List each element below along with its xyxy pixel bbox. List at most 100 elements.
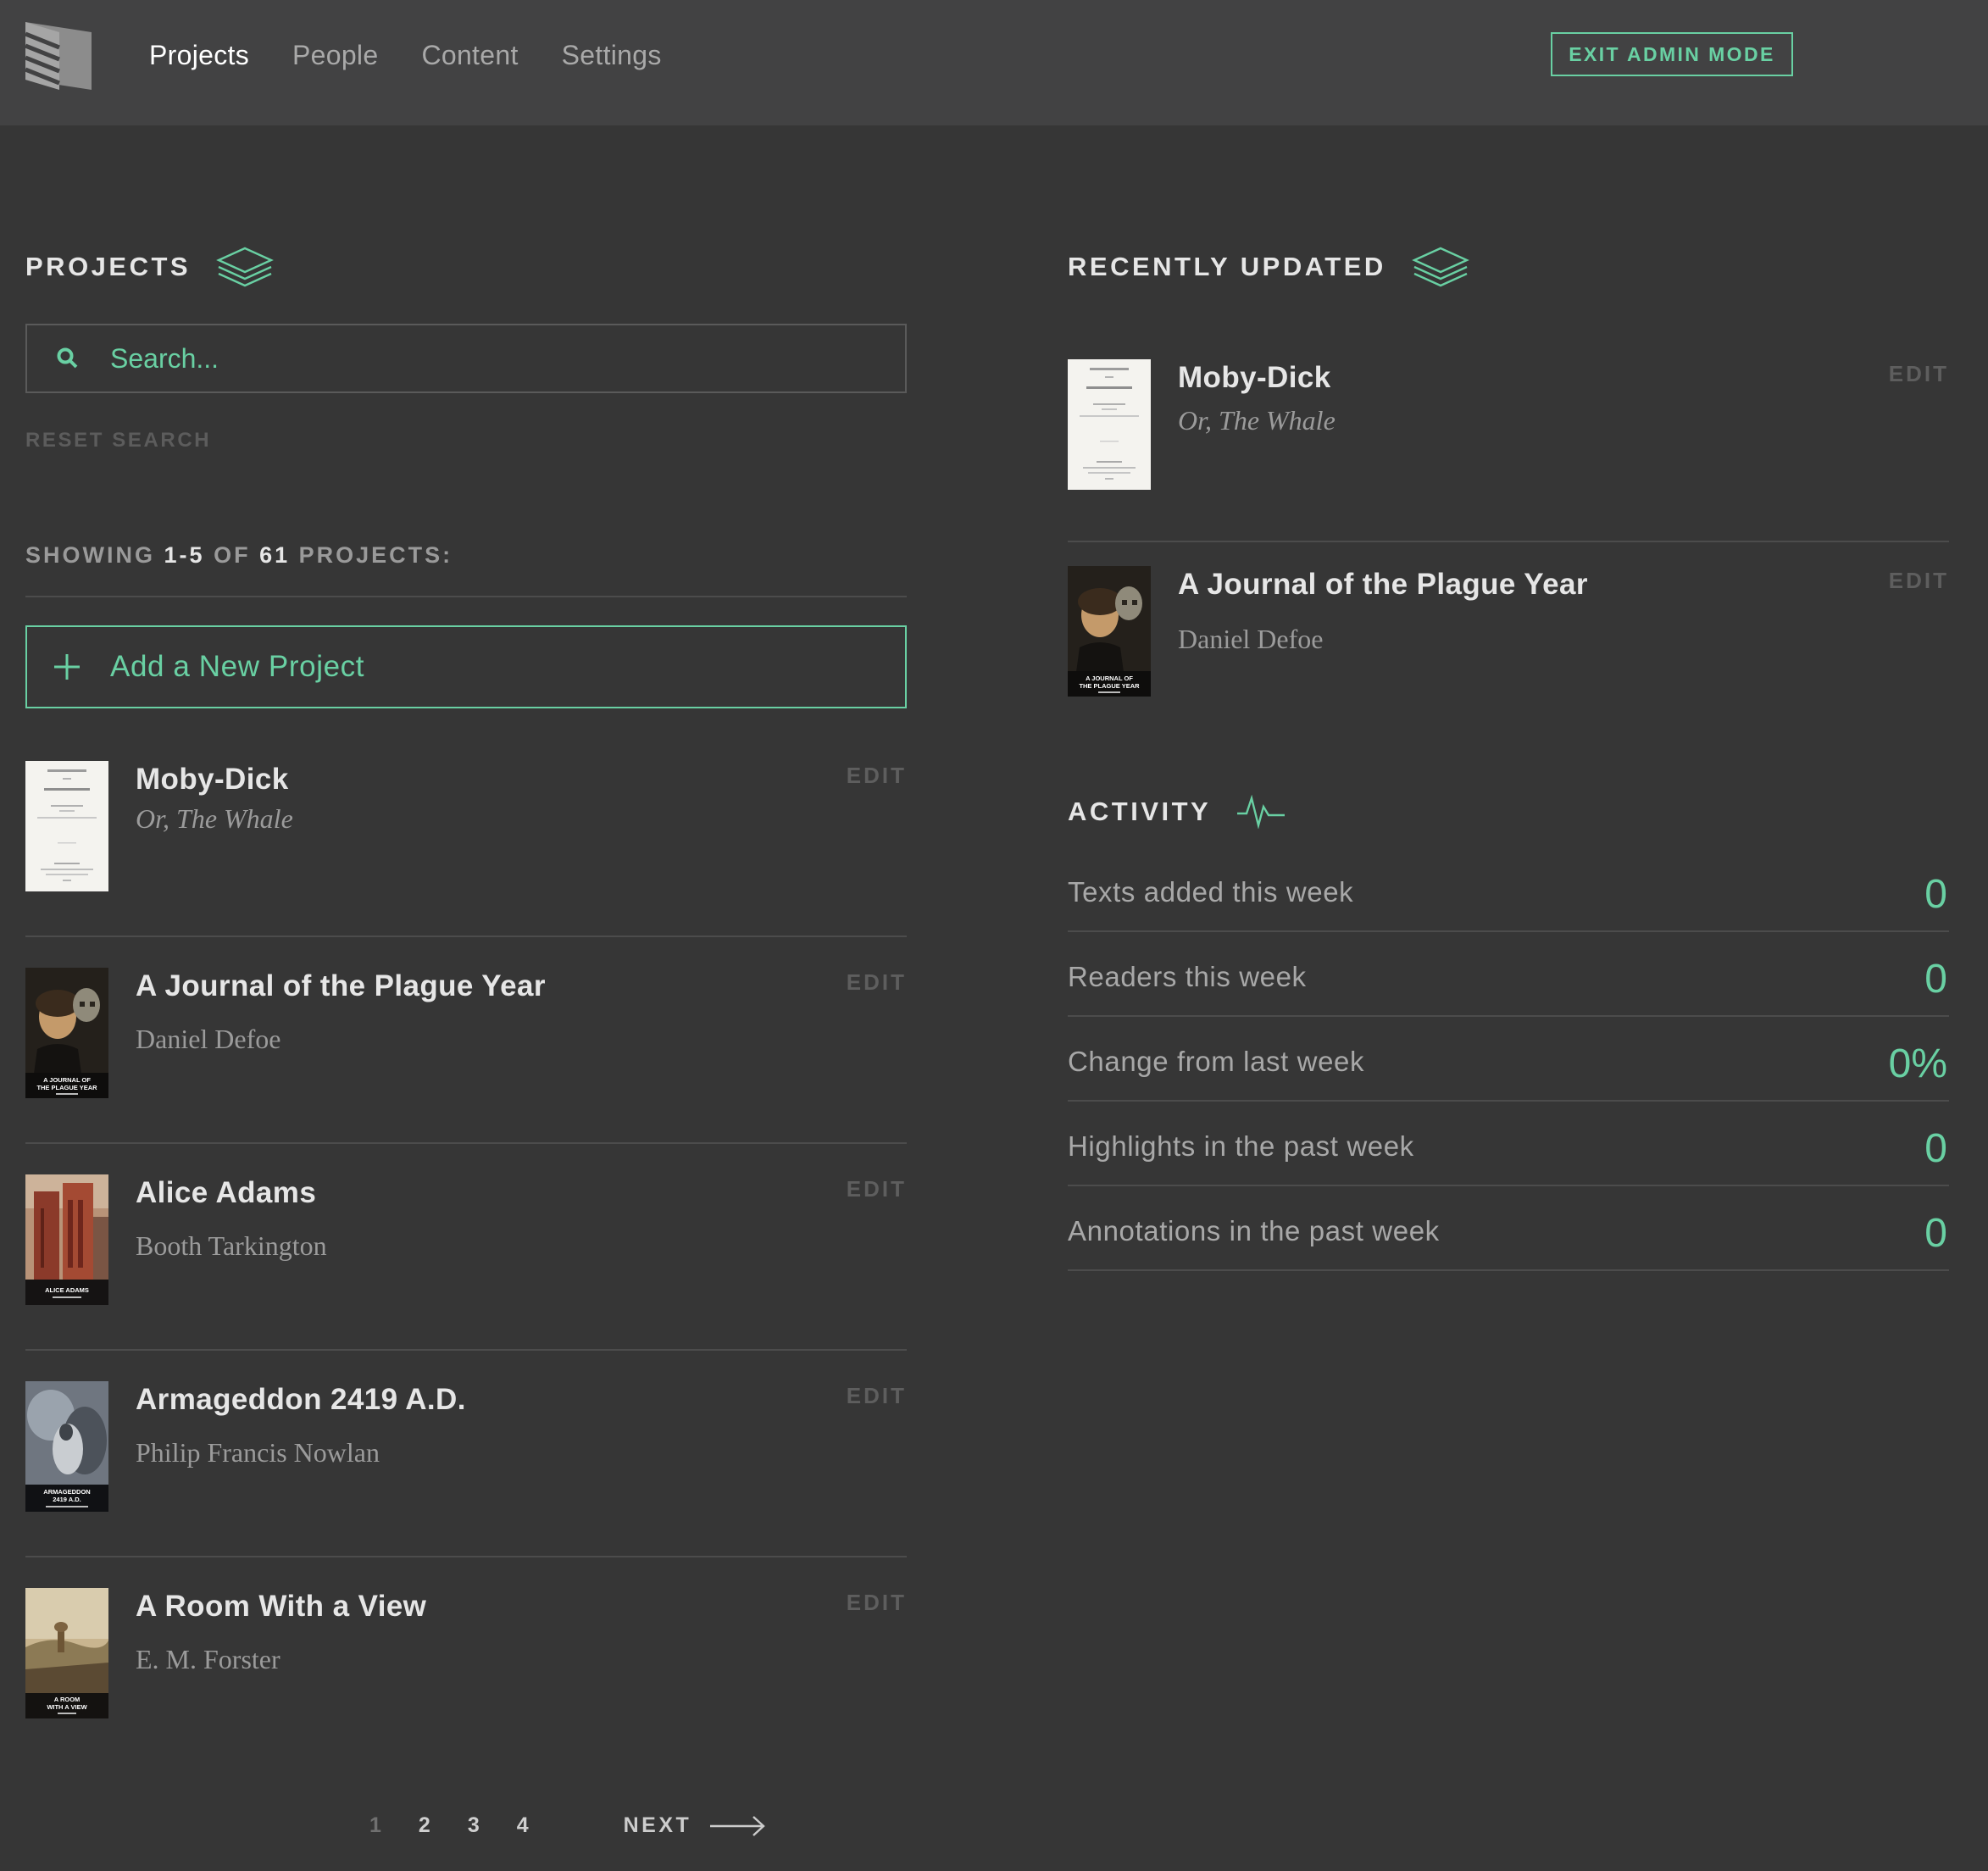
project-row[interactable]: ARMAGEDDON 2419 A.D. Armageddon 2419 A.D… [25,1351,907,1557]
reset-search-link[interactable]: RESET SEARCH [25,429,211,452]
nav-settings[interactable]: Settings [562,40,662,71]
layers-icon [216,247,275,287]
pagination: 1 2 3 4 NEXT [369,1813,766,1838]
plague-year-cover[interactable]: A JOURNAL OF THE PLAGUE YEAR [1068,566,1151,697]
edit-link[interactable]: EDIT [847,969,907,996]
showing-of: OF [214,542,251,568]
page-link-3[interactable]: 3 [468,1813,481,1838]
stat-value: 0 [1924,1126,1947,1171]
room-with-a-view-cover[interactable]: A ROOM WITH A VIEW [25,1588,108,1718]
activity-stats: Texts added this week 0 Readers this wee… [1068,847,1949,1271]
project-title[interactable]: Alice Adams [136,1176,316,1210]
showing-range: 1-5 [164,542,205,568]
armageddon-cover[interactable]: ARMAGEDDON 2419 A.D. [25,1381,108,1512]
stat-value: 0 [1924,872,1947,917]
project-row[interactable]: A JOURNAL OF THE PLAGUE YEAR A Journal o… [25,937,907,1144]
nav-projects[interactable]: Projects [149,40,249,71]
search-input[interactable] [110,342,856,375]
stat-value: 0% [1888,1041,1947,1086]
project-author: Booth Tarkington [136,1230,327,1261]
stat-label: Readers this week [1068,961,1307,992]
recent-list: Moby-Dick Or, The Whale EDIT A JOURNAL O… [1068,336,1949,749]
page-link-4[interactable]: 4 [517,1813,530,1838]
main-nav: Projects People Content Settings [149,0,705,110]
recent-author: Daniel Defoe [1178,624,1324,654]
edit-link[interactable]: EDIT [1889,568,1949,594]
project-title[interactable]: Moby-Dick [136,763,289,797]
recently-updated-title: RECENTLY UPDATED [1068,252,1386,281]
arrow-right-icon [710,1815,766,1836]
stat-row: Highlights in the past week 0 [1068,1102,1949,1186]
stat-row: Texts added this week 0 [1068,847,1949,932]
project-row[interactable]: Moby-Dick Or, The Whale EDIT [25,730,907,937]
stat-label: Texts added this week [1068,876,1354,908]
project-list: Moby-Dick Or, The Whale EDIT A JOURNAL O… [25,730,907,1764]
project-subtitle: Or, The Whale [136,803,293,834]
cover-text-line: THE PLAGUE YEAR [36,1084,97,1091]
recent-row[interactable]: A JOURNAL OF THE PLAGUE YEAR A Journal o… [1068,542,1949,749]
nav-content[interactable]: Content [421,40,518,71]
showing-count: SHOWING 1-5 OF 61 PROJECTS: [25,542,453,569]
showing-total: 61 [259,542,291,568]
cover-text-line: A JOURNAL OF [1086,675,1133,682]
top-bar: Projects People Content Settings EXIT AD… [0,0,1988,125]
project-author: Philip Francis Nowlan [136,1437,380,1468]
edit-link[interactable]: EDIT [847,1590,907,1616]
exit-admin-mode-button[interactable]: EXIT ADMIN MODE [1551,32,1793,76]
edit-link[interactable]: EDIT [847,763,907,789]
stat-value: 0 [1924,957,1947,1002]
stat-label: Change from last week [1068,1046,1365,1077]
stat-label: Annotations in the past week [1068,1215,1440,1246]
project-title[interactable]: A Room With a View [136,1590,426,1624]
edit-link[interactable]: EDIT [847,1383,907,1409]
project-search-box [25,324,907,393]
projects-heading: PROJECTS [25,246,275,288]
plus-icon [54,654,80,680]
edit-link[interactable]: EDIT [1889,361,1949,387]
cover-text-line: ARMAGEDDON [43,1488,90,1496]
page-link-1[interactable]: 1 [369,1813,383,1838]
moby-dick-cover[interactable] [25,761,108,891]
recent-row[interactable]: Moby-Dick Or, The Whale EDIT [1068,336,1949,542]
pulse-icon [1237,795,1286,829]
stat-row: Annotations in the past week 0 [1068,1186,1949,1271]
divider [25,596,907,597]
project-author: E. M. Forster [136,1644,280,1674]
recently-updated-heading: RECENTLY UPDATED [1068,246,1469,288]
showing-suffix: PROJECTS: [298,542,453,568]
search-icon [57,347,78,369]
cover-text-line: A JOURNAL OF [43,1076,91,1084]
showing-prefix: SHOWING [25,542,155,568]
project-title[interactable]: A Journal of the Plague Year [136,969,546,1003]
manifold-logo-icon[interactable] [25,22,92,90]
stat-row: Readers this week 0 [1068,932,1949,1017]
add-project-label: Add a New Project [110,650,365,683]
cover-text-line: A ROOM [54,1696,81,1703]
cover-text-line: THE PLAGUE YEAR [1079,682,1140,690]
cover-text-line: 2419 A.D. [53,1496,81,1503]
project-title[interactable]: Armageddon 2419 A.D. [136,1383,466,1417]
plague-year-cover[interactable]: A JOURNAL OF THE PLAGUE YEAR [25,968,108,1098]
cover-text-line: ALICE ADAMS [45,1286,89,1294]
add-project-button[interactable]: Add a New Project [25,625,907,708]
edit-link[interactable]: EDIT [847,1176,907,1202]
page-link-2[interactable]: 2 [419,1813,432,1838]
next-label: NEXT [623,1813,692,1837]
alice-adams-cover[interactable]: ALICE ADAMS [25,1174,108,1305]
project-row[interactable]: ALICE ADAMS Alice Adams Booth Tarkington… [25,1144,907,1351]
nav-people[interactable]: People [292,40,378,71]
stat-label: Highlights in the past week [1068,1130,1414,1162]
activity-heading: ACTIVITY [1068,795,1286,829]
project-row[interactable]: A ROOM WITH A VIEW A Room With a View E.… [25,1557,907,1764]
moby-dick-cover[interactable] [1068,359,1151,490]
stat-value: 0 [1924,1211,1947,1256]
activity-heading-title: ACTIVITY [1068,797,1212,826]
cover-text-line: WITH A VIEW [47,1703,87,1711]
project-author: Daniel Defoe [136,1024,281,1054]
projects-heading-title: PROJECTS [25,252,192,281]
recent-title[interactable]: Moby-Dick [1178,361,1331,395]
stat-row: Change from last week 0% [1068,1017,1949,1102]
layers-icon [1411,247,1469,287]
next-page-button[interactable]: NEXT [624,1813,767,1838]
recent-title[interactable]: A Journal of the Plague Year [1178,568,1588,602]
